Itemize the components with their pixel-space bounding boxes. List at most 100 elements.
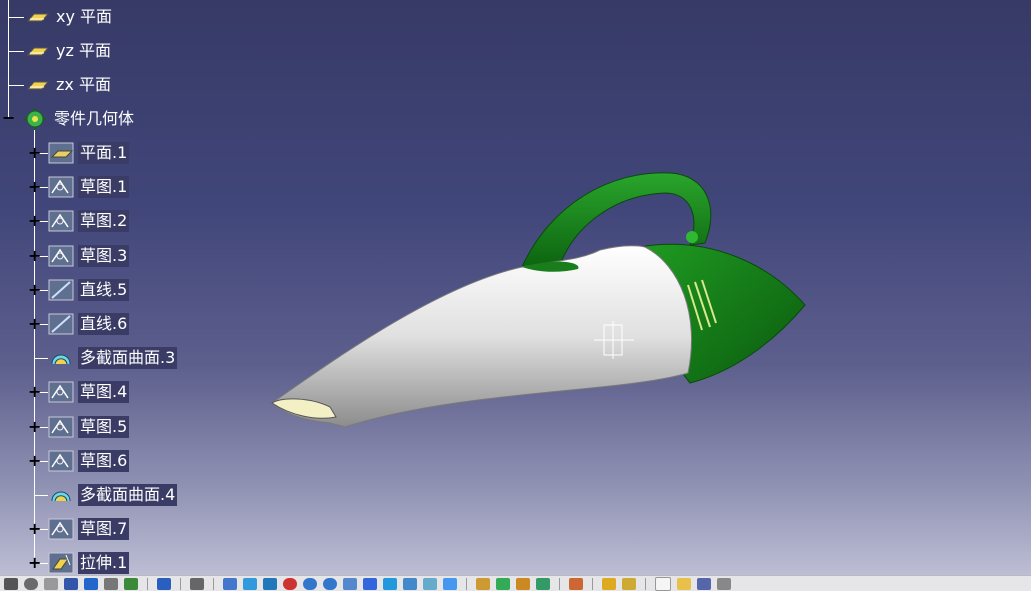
globe-icon[interactable] bbox=[24, 577, 38, 590]
tree-item-label: 平面.1 bbox=[78, 142, 130, 164]
bottom-toolbar bbox=[0, 575, 1031, 591]
iso-view-icon[interactable] bbox=[383, 577, 397, 590]
3d-compass-icon[interactable] bbox=[536, 577, 550, 590]
key-icon[interactable] bbox=[44, 577, 58, 590]
expand-icon[interactable]: + bbox=[28, 384, 41, 400]
expand-icon[interactable]: + bbox=[28, 555, 41, 571]
multi-section-surface-icon bbox=[48, 483, 74, 507]
lock-icon[interactable] bbox=[104, 577, 118, 590]
expand-icon[interactable]: + bbox=[28, 452, 41, 468]
open-folder-icon[interactable] bbox=[677, 577, 691, 590]
line-icon bbox=[48, 278, 74, 302]
tree-item-label: 草图.2 bbox=[78, 210, 130, 233]
fit-all-icon[interactable] bbox=[243, 577, 257, 590]
update-icon[interactable] bbox=[157, 577, 171, 590]
extrude-icon bbox=[48, 551, 74, 575]
select-icon[interactable] bbox=[4, 577, 18, 590]
tree-item-label: 草图.3 bbox=[78, 244, 130, 267]
part-body-icon bbox=[22, 107, 48, 131]
sketch-icon bbox=[48, 517, 74, 541]
formula-icon[interactable] bbox=[622, 577, 636, 590]
tree-item-label: 草图.6 bbox=[78, 449, 130, 472]
normal-view-icon[interactable] bbox=[343, 577, 357, 590]
tree-item-feature[interactable]: 多截面曲面.4 bbox=[48, 483, 178, 507]
sketch-icon bbox=[48, 175, 74, 199]
sketch-icon bbox=[48, 415, 74, 439]
table-icon[interactable] bbox=[64, 577, 78, 590]
pencil-icon[interactable] bbox=[602, 577, 616, 590]
tree-item-xy-plane[interactable]: xy 平面 bbox=[24, 5, 114, 29]
tree-item-label: 多截面曲面.3 bbox=[78, 347, 178, 370]
analysis-icon[interactable] bbox=[516, 577, 530, 590]
multi-section-surface-icon bbox=[48, 346, 74, 370]
tree-item-label: 草图.5 bbox=[78, 415, 130, 438]
tree-item-label: 多截面曲面.4 bbox=[78, 484, 178, 506]
expand-icon[interactable]: + bbox=[28, 281, 41, 297]
tree-item-label: 草图.1 bbox=[78, 176, 130, 199]
tree-item-feature[interactable]: 草图.5 bbox=[48, 415, 130, 439]
chart-icon[interactable] bbox=[124, 577, 138, 590]
tools-icon[interactable] bbox=[84, 577, 98, 590]
tree-item-label: 草图.7 bbox=[78, 518, 130, 541]
expand-icon[interactable]: + bbox=[28, 418, 41, 434]
tree-item-feature[interactable]: 草图.7 bbox=[48, 517, 130, 541]
tree-item-label: 直线.6 bbox=[78, 313, 130, 335]
tree-item-label: 草图.4 bbox=[78, 381, 130, 404]
vacuum-cleaner-model[interactable] bbox=[260, 165, 820, 439]
plane-icon bbox=[24, 39, 50, 63]
expand-icon[interactable]: + bbox=[28, 247, 41, 263]
plane-icon bbox=[24, 73, 50, 97]
tree-item-feature[interactable]: 草图.2 bbox=[48, 209, 130, 233]
tree-item-feature[interactable]: 直线.6 bbox=[48, 312, 130, 336]
tree-item-label: 零件几何体 bbox=[54, 109, 135, 128]
tree-item-feature[interactable]: 直线.5 bbox=[48, 278, 130, 302]
tree-item-feature[interactable]: 草图.4 bbox=[48, 380, 130, 404]
measure-icon[interactable] bbox=[496, 577, 510, 590]
print-icon[interactable] bbox=[717, 577, 731, 590]
tree-item-feature[interactable]: 草图.3 bbox=[48, 244, 130, 268]
zoom-out-icon[interactable] bbox=[323, 577, 337, 590]
tree-item-feature[interactable]: 平面.1 bbox=[48, 141, 130, 165]
expand-icon[interactable]: + bbox=[28, 145, 41, 161]
brush-icon[interactable] bbox=[569, 577, 583, 590]
tree-item-feature[interactable]: 拉伸.1 bbox=[48, 551, 130, 575]
sketch-icon bbox=[48, 449, 74, 473]
tree-item-label: xy 平面 bbox=[56, 7, 113, 26]
tree-item-yz-plane[interactable]: yz 平面 bbox=[24, 39, 113, 63]
sketch-icon bbox=[48, 380, 74, 404]
pan-icon[interactable] bbox=[263, 577, 277, 590]
sketch-icon bbox=[48, 209, 74, 233]
expand-icon[interactable]: + bbox=[28, 316, 41, 332]
collapse-icon[interactable]: − bbox=[2, 110, 15, 126]
tree-connector bbox=[34, 495, 48, 496]
tree-item-part-body[interactable]: 零件几何体 bbox=[22, 107, 136, 131]
rotate-icon[interactable] bbox=[283, 577, 297, 590]
expand-icon[interactable]: + bbox=[28, 521, 41, 537]
tree-connector bbox=[34, 358, 48, 360]
camera-icon[interactable] bbox=[190, 577, 204, 590]
swap-space-icon[interactable] bbox=[443, 577, 457, 590]
expand-icon[interactable]: + bbox=[28, 179, 41, 195]
tree-item-label: 拉伸.1 bbox=[78, 552, 130, 575]
tree-item-feature[interactable]: 草图.1 bbox=[48, 175, 130, 199]
line-icon bbox=[48, 312, 74, 336]
hide-show-icon[interactable] bbox=[423, 577, 437, 590]
multi-view-icon[interactable] bbox=[363, 577, 377, 590]
tree-item-label: 直线.5 bbox=[78, 278, 130, 301]
plane-feature-icon bbox=[48, 141, 74, 165]
sketch-icon bbox=[48, 244, 74, 268]
tree-item-feature[interactable]: 草图.6 bbox=[48, 449, 130, 473]
tree-item-label: yz 平面 bbox=[56, 41, 111, 60]
tree-item-label: zx 平面 bbox=[56, 75, 111, 94]
fly-mode-icon[interactable] bbox=[223, 577, 237, 590]
new-file-icon[interactable] bbox=[655, 576, 671, 591]
zoom-in-icon[interactable] bbox=[303, 577, 317, 590]
tree-connector bbox=[8, 85, 24, 86]
tree-item-zx-plane[interactable]: zx 平面 bbox=[24, 73, 113, 97]
tree-item-feature[interactable]: 多截面曲面.3 bbox=[48, 346, 178, 370]
tree-connector bbox=[8, 17, 24, 18]
render-style-icon[interactable] bbox=[403, 577, 417, 590]
save-icon[interactable] bbox=[697, 577, 711, 590]
expand-icon[interactable]: + bbox=[28, 213, 41, 229]
apply-material-icon[interactable] bbox=[476, 577, 490, 590]
